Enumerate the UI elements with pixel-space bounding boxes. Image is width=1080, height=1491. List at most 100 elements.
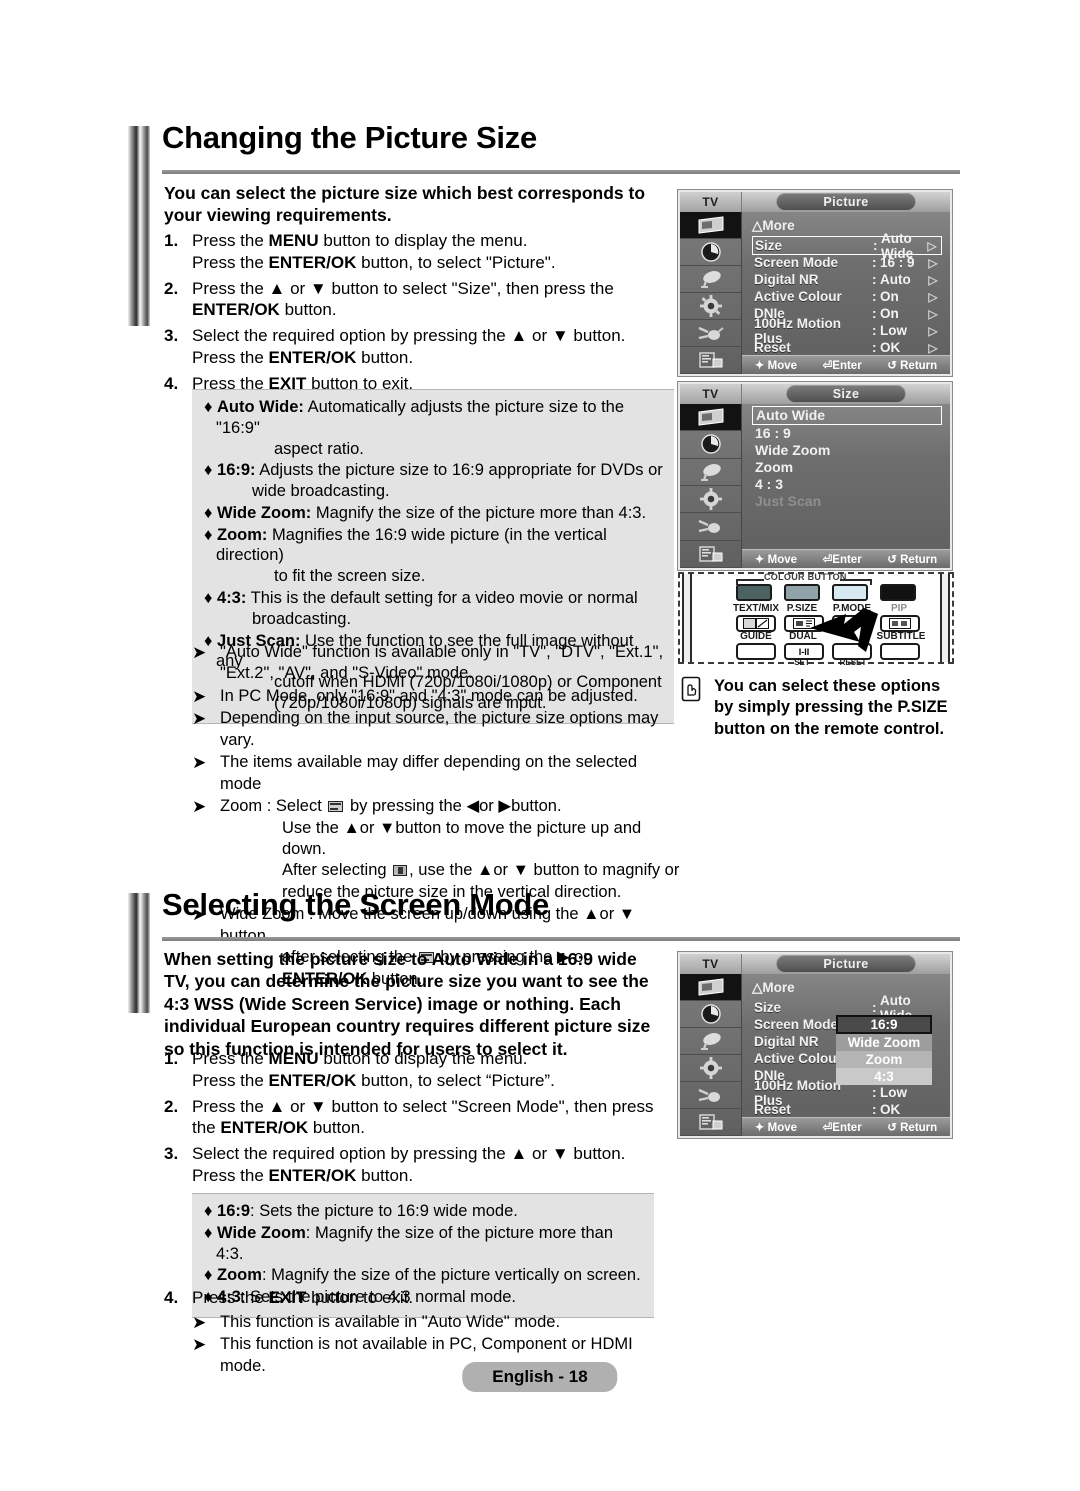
osd-icon-setup-gear[interactable] xyxy=(680,293,741,320)
colour-button-green[interactable] xyxy=(784,584,820,601)
screen-mode-dropdown[interactable]: 16:9 Wide Zoom Zoom 4:3 xyxy=(836,1015,932,1085)
osd-icon-pip-list[interactable] xyxy=(680,347,741,374)
osd-colon: : xyxy=(872,1102,877,1117)
step-subline: Press the ENTER/OK button. xyxy=(192,347,674,369)
label-text-mix: TEXT/MIX xyxy=(732,603,780,614)
osd-icon-pip-list[interactable] xyxy=(680,541,741,568)
osd-icon-channel-dish[interactable] xyxy=(680,459,741,486)
osd-icon-pip-list[interactable] xyxy=(680,1109,741,1136)
step-text-part: button to display the menu. xyxy=(318,231,528,250)
osd-row-reset[interactable]: Reset : OK ▷ xyxy=(752,339,942,356)
osd-icon-input-plug[interactable] xyxy=(680,320,741,347)
osd-row-value: Low xyxy=(880,323,907,338)
osd-hint-enter: ⏎Enter xyxy=(822,554,862,566)
osd-option-auto-wide[interactable]: Auto Wide xyxy=(752,406,942,425)
osd-icon-input-plug[interactable] xyxy=(680,513,741,541)
osd-icon-picture[interactable] xyxy=(680,212,741,239)
osd-row-active-colour[interactable]: Active Colour : On ▷ xyxy=(752,288,942,305)
step-text-part: Press the xyxy=(192,1165,269,1185)
osd-row-screen-mode[interactable]: Screen Mode : 16 : 9 ▷ xyxy=(752,254,942,271)
colour-button-red[interactable] xyxy=(736,584,772,601)
osd-icon-setup-gear[interactable] xyxy=(680,1055,741,1082)
osd-hint-move: ✦ Move xyxy=(754,360,798,372)
osd-more-text: More xyxy=(762,980,795,995)
option-item: ♦ Zoom: Magnify the size of the picture … xyxy=(204,1266,641,1285)
step-number: 4. xyxy=(164,1288,179,1307)
osd-hint-label: Move xyxy=(767,554,798,566)
osd-content: Auto Wide 16 : 9 Wide Zoom Zoom 4 : 3 Ju… xyxy=(742,404,950,568)
osd-icon-sound[interactable] xyxy=(680,239,741,266)
osd-icon-picture[interactable] xyxy=(680,974,741,1001)
osd-option-4-3[interactable]: 4 : 3 xyxy=(752,476,942,493)
heading-rule xyxy=(162,937,960,941)
osd-row-digital-nr[interactable]: Digital NR : Auto ▷ xyxy=(752,271,942,288)
osd-option-16-9[interactable]: 16 : 9 xyxy=(752,425,942,442)
osd-hint-label: Enter xyxy=(832,360,862,372)
osd-row-size[interactable]: Size : Auto Wide xyxy=(752,993,942,1023)
option-label: Zoom xyxy=(217,1266,262,1285)
note-line-part: , use the ▲or ▼ button to magnify or xyxy=(409,861,680,880)
dropdown-option-4-3[interactable]: 4:3 xyxy=(836,1068,932,1085)
arrow-bullet-icon: ➤ xyxy=(192,709,207,729)
option-text: Adjusts the picture size to 16:9 appropr… xyxy=(255,461,663,480)
osd-option-just-scan[interactable]: Just Scan xyxy=(752,493,942,510)
osd-row-label: Digital NR xyxy=(754,272,819,287)
option-item: ♦ 16:9: Adjusts the picture size to 16:9… xyxy=(204,461,663,501)
step-item: 2. Press the ▲ or ▼ button to select "Si… xyxy=(158,278,674,322)
step-text-part: button, to select “Picture”. xyxy=(356,1070,555,1090)
osd-row-label: Active Colour xyxy=(754,289,842,304)
steps-screen-mode: 1. Press the MENU button to display the … xyxy=(158,1048,674,1191)
osd-icon-sound[interactable] xyxy=(680,1001,741,1028)
osd-icon-channel-dish[interactable] xyxy=(680,1028,741,1055)
osd-titlebar: TV Picture xyxy=(680,954,950,974)
step-text: Select the required option by pressing t… xyxy=(192,325,674,369)
osd-icon-input-plug[interactable] xyxy=(680,1082,741,1109)
step-text-part: Press the xyxy=(192,1049,269,1068)
osd-menu-title: Size xyxy=(785,384,907,404)
osd-row-reset[interactable]: Reset : OK xyxy=(752,1101,942,1118)
osd-row-motion-plus[interactable]: 100Hz Motion Plus : Low xyxy=(752,1078,942,1108)
button-guide[interactable] xyxy=(736,643,776,660)
option-item: ♦ 4:3: This is the default setting for a… xyxy=(204,588,664,630)
osd-row-motion-plus[interactable]: 100Hz Motion Plus : Low ▷ xyxy=(752,316,942,346)
osd-option-zoom[interactable]: Zoom xyxy=(752,459,942,476)
dropdown-option-zoom[interactable]: Zoom xyxy=(836,1051,932,1068)
step-number: 1. xyxy=(164,231,179,250)
osd-row-label: Reset xyxy=(754,340,791,355)
step-text-strong: MENU xyxy=(268,231,319,250)
option-label: Wide Zoom xyxy=(217,1223,306,1242)
osd-icon-channel-dish[interactable] xyxy=(680,266,741,293)
step-subline: the ENTER/OK button. xyxy=(192,1117,674,1139)
osd-icon-picture[interactable] xyxy=(680,404,741,432)
note-line-part: After selecting xyxy=(282,861,392,880)
option-label: Zoom: xyxy=(217,525,268,544)
section-heading-screen-mode: Selecting the Screen Mode xyxy=(128,887,960,1013)
dropdown-option-wide-zoom[interactable]: Wide Zoom xyxy=(836,1034,932,1051)
chevron-right-icon: ▷ xyxy=(928,289,938,304)
osd-icon-sound[interactable] xyxy=(680,431,741,459)
step-text-part: Press the xyxy=(192,231,269,250)
osd-option-wide-zoom[interactable]: Wide Zoom xyxy=(752,442,942,459)
dropdown-current-16-9[interactable]: 16:9 xyxy=(836,1015,932,1034)
colour-button-blue[interactable] xyxy=(880,584,916,601)
step-subline: Press the ENTER/OK button, to select "Pi… xyxy=(192,252,674,274)
step-text-part: button. xyxy=(279,300,337,320)
osd-icon-setup-gear[interactable] xyxy=(680,486,741,514)
osd-titlebar: TV Size xyxy=(680,384,950,404)
osd-row-value: 16 : 9 xyxy=(880,255,915,270)
step-number: 3. xyxy=(164,326,179,345)
osd-row-size[interactable]: Size : Auto Wide ▷ xyxy=(752,231,942,261)
colour-button-yellow[interactable] xyxy=(832,584,868,601)
button-text-mix[interactable] xyxy=(736,615,776,632)
colour-bracket-left xyxy=(736,579,764,581)
step-text-part: button. xyxy=(356,347,414,367)
option-item: ♦ Auto Wide: Automatically adjusts the p… xyxy=(204,397,664,459)
osd-title-wrap: Size xyxy=(742,384,950,404)
osd-sidebar xyxy=(680,974,742,1136)
step4-screen-mode: 4. Press the EXIT button to exit. xyxy=(158,1287,674,1313)
osd-title-wrap: Picture xyxy=(742,954,950,974)
osd-footer-hints: ✦ Move ⏎Enter ↺ Return xyxy=(742,1117,950,1136)
colour-bracket-right xyxy=(840,579,870,581)
option-cont: wide broadcasting. xyxy=(252,482,390,501)
tip-text: You can select these options by simply p… xyxy=(714,676,948,740)
